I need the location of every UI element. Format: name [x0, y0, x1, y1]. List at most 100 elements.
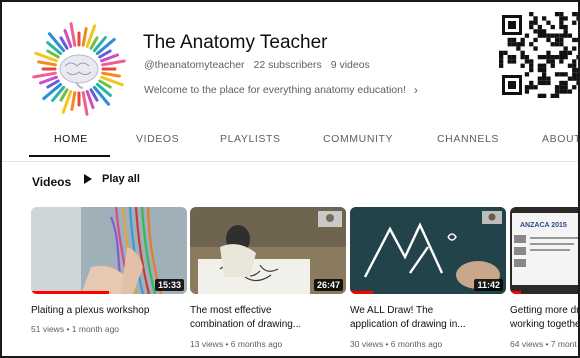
video-title-line: combination of drawing...: [190, 319, 302, 330]
subscriber-count: 22 subscribers: [253, 59, 322, 71]
video-duration: 11:42: [474, 279, 503, 291]
qr-cell: [576, 72, 578, 77]
video-title-line: Getting more dr: [510, 305, 580, 316]
qr-cell: [554, 72, 560, 77]
watch-progress-bar: [510, 291, 521, 294]
qr-cell: [520, 55, 525, 60]
play-all-label: Play all: [102, 173, 140, 185]
qr-cell: [520, 63, 525, 68]
channel-avatar[interactable]: [29, 20, 127, 118]
video-thumbnail[interactable]: 15:33: [31, 207, 187, 294]
qr-cell: [529, 80, 534, 86]
qr-cell: [567, 33, 573, 38]
qr-cell: [563, 29, 568, 34]
qr-cell: [550, 55, 555, 60]
qr-cell: [559, 89, 564, 94]
qr-cell: [550, 63, 555, 68]
video-age: 7 mont: [550, 339, 577, 349]
tab-about[interactable]: ABOUT: [542, 133, 578, 145]
qr-cell: [554, 12, 560, 17]
qr-code-icon: [499, 12, 578, 98]
video-title[interactable]: Plaiting a plexus workshop: [31, 304, 187, 318]
video-views: 30 views: [350, 339, 384, 349]
qr-cell: [563, 24, 568, 30]
qr-cell: [572, 46, 577, 51]
qr-cell: [559, 33, 564, 38]
qr-cell: [554, 42, 560, 47]
qr-cell: [529, 42, 534, 47]
tabs-divider: [2, 161, 578, 162]
section-title[interactable]: Videos: [32, 175, 71, 189]
qr-cell: [542, 80, 547, 86]
video-views: 64 views: [510, 339, 544, 349]
qr-cell: [563, 16, 568, 21]
video-title[interactable]: We ALL Draw! The application of drawing …: [350, 304, 506, 332]
qr-cell: [559, 42, 564, 47]
qr-cell: [559, 59, 564, 64]
logo-ray: [92, 85, 111, 106]
video-title[interactable]: The most effective combination of drawin…: [190, 304, 346, 332]
slide-title: ANZACA 2015: [520, 222, 567, 229]
qr-cell: [529, 24, 534, 30]
qr-cell: [507, 42, 512, 47]
tab-videos[interactable]: VIDEOS: [136, 133, 179, 145]
qr-cell: [576, 76, 578, 81]
qr-cell: [533, 20, 538, 25]
qr-cell: [559, 85, 564, 90]
tab-playlists[interactable]: PLAYLISTS: [220, 133, 281, 145]
qr-cell: [542, 93, 547, 98]
qr-cell: [537, 29, 542, 34]
logo-ray: [81, 27, 88, 47]
qr-cell: [537, 55, 542, 60]
qr-cell: [542, 33, 547, 38]
qr-cell: [550, 33, 555, 38]
video-count: 9 videos: [330, 59, 370, 71]
qr-cell: [542, 16, 547, 21]
video-thumbnail-image: ANZACA 2015: [510, 207, 578, 294]
video-thumbnail[interactable]: ANZACA 2015: [510, 207, 578, 294]
qr-cell: [542, 55, 547, 60]
qr-cell: [546, 20, 551, 25]
qr-cell: [563, 50, 568, 55]
qr-cell: [499, 63, 504, 68]
qr-cell: [533, 46, 538, 51]
qr-cell: [533, 37, 538, 43]
qr-cell: [563, 89, 568, 94]
qr-cell: [576, 67, 578, 73]
chevron-right-icon: ›: [413, 83, 418, 97]
qr-cell: [524, 85, 530, 90]
qr-cell: [559, 50, 564, 55]
qr-cell: [533, 16, 538, 21]
qr-cell: [542, 76, 547, 81]
qr-cell: [511, 55, 517, 60]
qr-cell: [554, 33, 560, 38]
watch-progress-bar: [350, 291, 374, 294]
tab-home[interactable]: HOME: [54, 133, 88, 145]
video-duration: 26:47: [313, 279, 343, 291]
video-meta: 64 views • 7 mont: [510, 339, 577, 349]
video-age: 6 months ago: [390, 339, 443, 349]
qr-cell: [546, 59, 551, 64]
tab-community[interactable]: COMMUNITY: [323, 133, 393, 145]
video-title[interactable]: Getting more dr working togethe: [510, 304, 580, 332]
brain-logo-icon: [32, 22, 126, 116]
video-meta: 51 views • 1 month ago: [31, 324, 120, 334]
channel-description[interactable]: Welcome to the place for everything anat…: [144, 83, 418, 97]
qr-cell: [499, 59, 504, 64]
qr-cell: [529, 85, 534, 90]
video-thumbnail[interactable]: 11:42: [350, 207, 506, 294]
qr-cell: [572, 37, 577, 43]
play-all-button[interactable]: Play all: [84, 173, 140, 185]
qr-cell: [537, 80, 542, 86]
qr-cell: [524, 55, 530, 60]
tab-channels[interactable]: CHANNELS: [437, 133, 499, 145]
qr-cell: [550, 42, 555, 47]
video-title-line: Plaiting a plexus workshop: [31, 305, 150, 316]
qr-cell: [559, 80, 564, 86]
video-thumbnail[interactable]: 26:47: [190, 207, 346, 294]
qr-cell: [567, 76, 573, 81]
qr-cell: [520, 37, 525, 43]
qr-cell: [550, 93, 555, 98]
youtube-channel-page: The Anatomy Teacher @theanatomyteacher 2…: [0, 0, 580, 358]
qr-cell: [559, 16, 564, 21]
